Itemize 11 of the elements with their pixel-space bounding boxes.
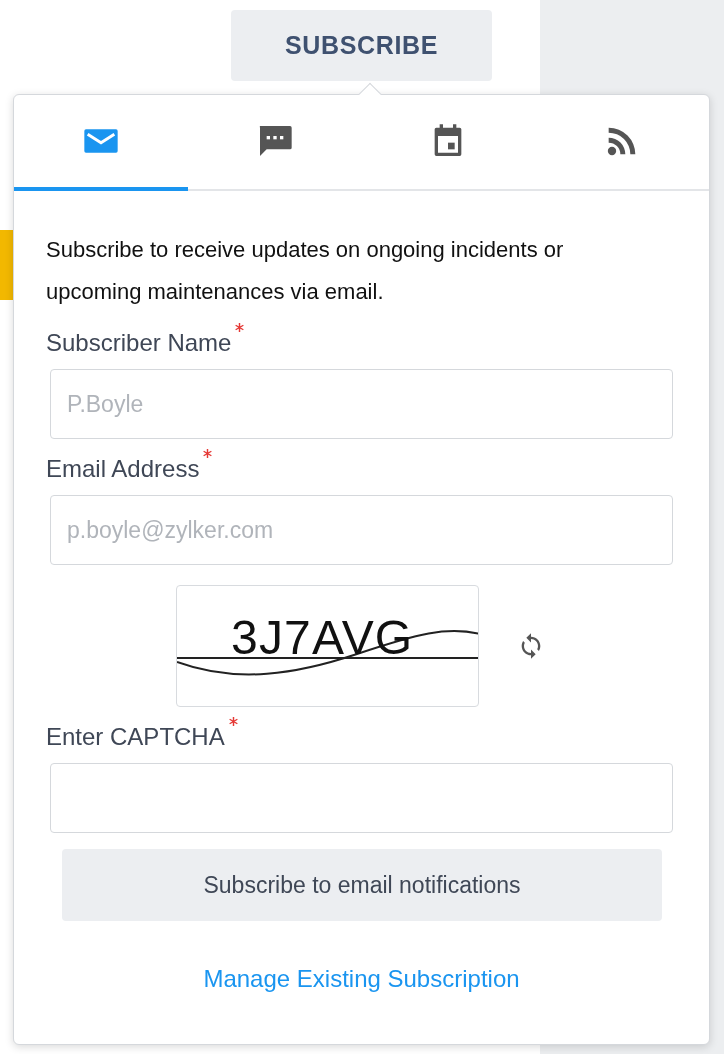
input-field[interactable]: p.boyle@zylker.com bbox=[50, 495, 673, 565]
field-label: Enter CAPTCHA bbox=[46, 722, 225, 752]
accent-bar bbox=[0, 230, 14, 300]
subscribe-email-button[interactable]: Subscribe to email notifications bbox=[62, 849, 662, 921]
input-field[interactable]: P.Boyle bbox=[50, 369, 673, 439]
field-label: Email Address bbox=[46, 454, 200, 484]
field-label: Subscriber Name bbox=[46, 328, 232, 358]
input-field[interactable] bbox=[50, 763, 673, 833]
description-text: Subscribe to receive updates on ongoing incidents or upcoming maintenances via email. bbox=[46, 236, 565, 306]
subscribe-button[interactable]: SUBSCRIBE bbox=[231, 10, 492, 81]
captcha-image: 3J7AVG bbox=[176, 585, 479, 707]
